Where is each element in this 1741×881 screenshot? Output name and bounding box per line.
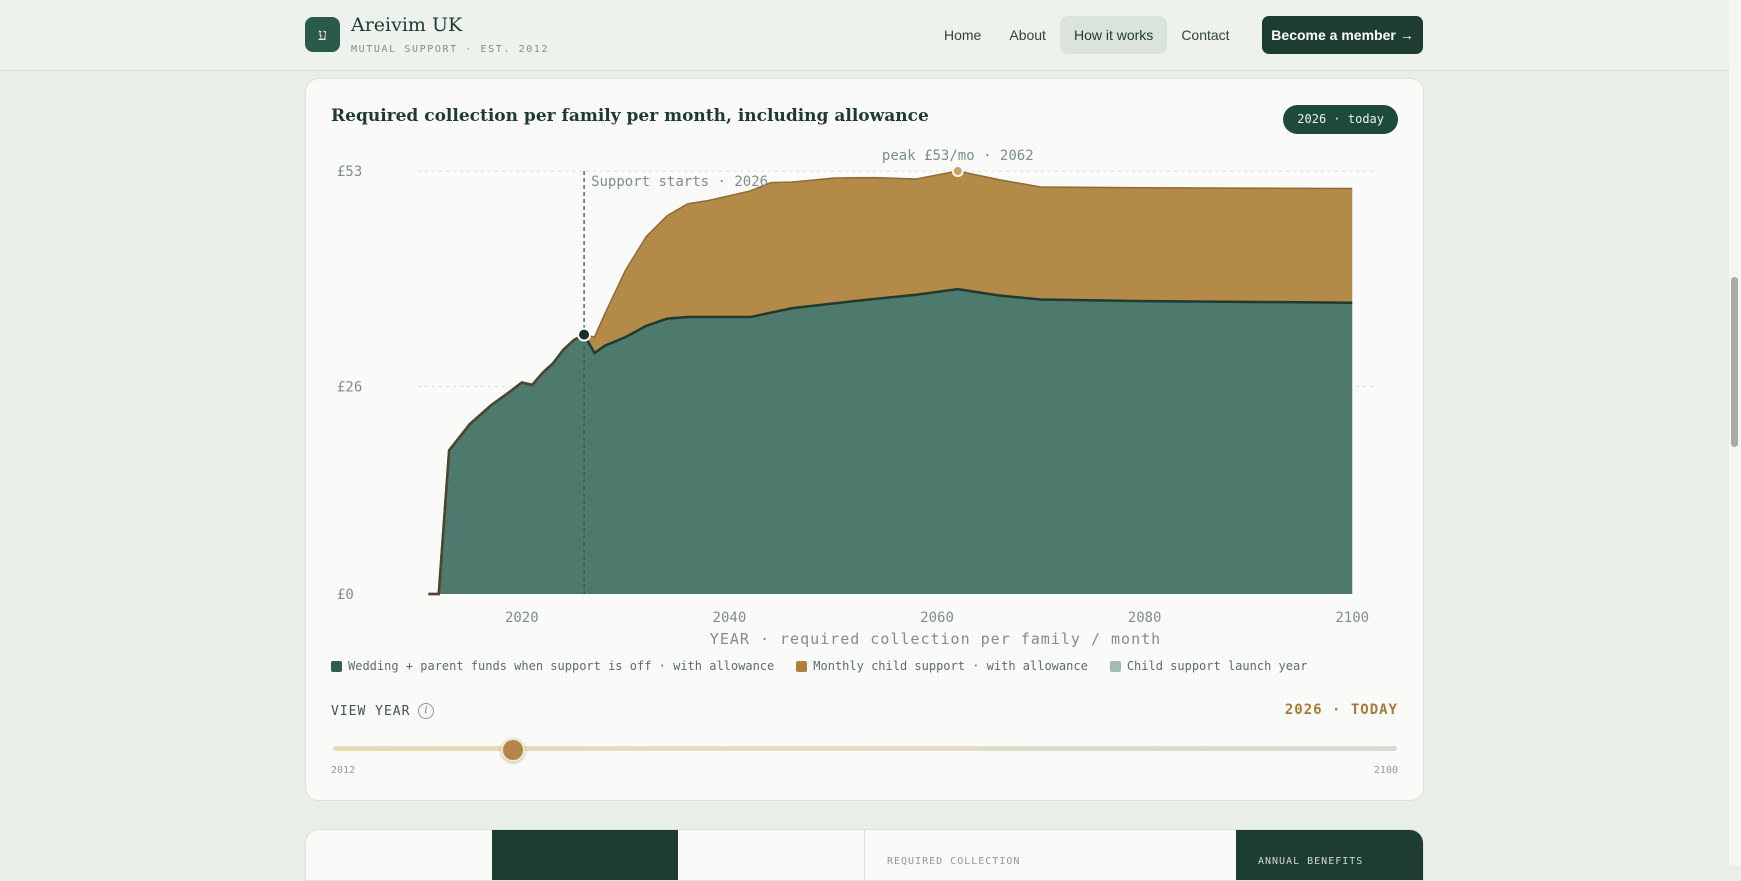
- y-tick-label: £53: [337, 164, 362, 180]
- stat-segment: REQUIRED COLLECTION: [864, 830, 1051, 880]
- chart-card: Required collection per family per month…: [305, 78, 1424, 801]
- x-tick-label: 2080: [1128, 610, 1162, 626]
- stat-label-required: REQUIRED COLLECTION: [887, 856, 1021, 867]
- area-wedding-parent-funds: [428, 289, 1353, 594]
- y-tick-label: £26: [337, 379, 362, 395]
- x-tick-label: 2040: [713, 610, 747, 626]
- x-tick-label: 2060: [920, 610, 954, 626]
- stat-label-annual: ANNUAL BENEFITS: [1258, 856, 1364, 867]
- chart-legend: Wedding + parent funds when support is o…: [331, 659, 1329, 673]
- logo-glyph: ע: [317, 24, 328, 44]
- legend-swatch: [1109, 660, 1121, 672]
- year-slider-track[interactable]: [333, 746, 1397, 751]
- scrollbar-thumb[interactable]: [1731, 277, 1738, 447]
- brand-tagline: MUTUAL SUPPORT · EST. 2012: [351, 44, 550, 55]
- legend-swatch: [331, 660, 342, 672]
- view-year-label: VIEW YEAR i: [331, 703, 435, 719]
- slider-min-label: 2012: [331, 765, 356, 776]
- legend-item-launch-year: Child support launch year: [1109, 659, 1308, 673]
- legend-item-child-support: Monthly child support · with allowance: [796, 659, 1088, 673]
- stat-segment-dark: [492, 830, 678, 880]
- y-tick-label: £0: [337, 587, 354, 603]
- nav-about[interactable]: About: [995, 16, 1060, 54]
- main-nav: Home About How it works Contact: [930, 16, 1244, 54]
- x-tick-label: 2020: [505, 610, 539, 626]
- nav-home[interactable]: Home: [930, 16, 995, 54]
- view-year-text: VIEW YEAR: [331, 703, 411, 719]
- legend-label: Monthly child support · with allowance: [813, 659, 1088, 673]
- x-tick-label: 2100: [1335, 610, 1369, 626]
- stats-strip: REQUIRED COLLECTION ANNUAL BENEFITS: [305, 829, 1424, 881]
- view-year-value: 2026 · TODAY: [1284, 702, 1398, 718]
- nav-how-it-works[interactable]: How it works: [1059, 16, 1168, 54]
- stat-segment-dark: ANNUAL BENEFITS: [1236, 830, 1423, 880]
- peak-point: [951, 165, 964, 177]
- legend-label: Child support launch year: [1126, 659, 1308, 673]
- x-axis-label: YEAR · required collection per family / …: [710, 630, 1161, 648]
- support-start-point: [577, 327, 592, 342]
- top-navigation-bar: ע Areivim UK MUTUAL SUPPORT · EST. 2012 …: [0, 0, 1729, 71]
- legend-swatch: [796, 660, 808, 672]
- nav-contact[interactable]: Contact: [1167, 16, 1243, 54]
- support-start-label: Support starts · 2026: [591, 174, 768, 190]
- legend-label: Wedding + parent funds when support is o…: [348, 659, 775, 673]
- area-chart: £0 £26 £53 2020 2040 2060 2080 2100 YEAR · requi…: [337, 148, 1373, 648]
- slider-max-label: 2100: [1373, 765, 1398, 776]
- info-icon[interactable]: i: [418, 703, 435, 719]
- logo[interactable]: ע: [305, 17, 340, 52]
- legend-item-wedding-parent: Wedding + parent funds when support is o…: [331, 659, 774, 673]
- become-member-button[interactable]: Become a member →: [1262, 16, 1423, 54]
- brand-name[interactable]: Areivim UK: [351, 14, 462, 36]
- year-slider-thumb[interactable]: [501, 738, 525, 762]
- peak-label: peak £53/mo · 2062: [882, 148, 1034, 164]
